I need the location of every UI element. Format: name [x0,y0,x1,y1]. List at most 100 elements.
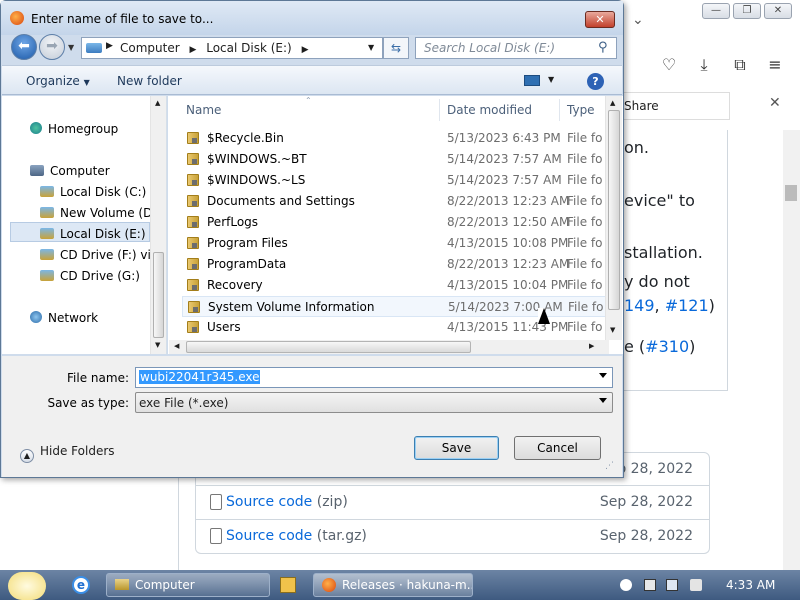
nav-scrollbar[interactable]: ▲ ▼ [150,96,166,354]
share-label: Share [624,99,659,113]
nav-drive-g[interactable]: CD Drive (G:) [40,269,140,283]
breadcrumb-arrow-icon[interactable]: ▶ [106,41,113,51]
clock[interactable]: 4:33 AM [726,578,775,592]
nav-drive-d[interactable]: New Volume (D:) [40,206,161,220]
menu-icon[interactable]: ≡ [764,54,786,76]
nav-drive-e[interactable]: Local Disk (E:) [40,227,146,241]
close-banner-icon[interactable]: ✕ [769,95,781,111]
navigation-pane: Homegroup Computer Local Disk (C:) New V… [2,96,167,354]
start-button[interactable] [8,572,46,600]
file-list-hscrollbar-thumb[interactable] [186,341,471,353]
download-icon[interactable]: ⤓ [693,54,715,76]
scroll-up-icon: ▲ [155,99,161,107]
forward-button[interactable]: ➡ [39,34,65,60]
file-row[interactable]: Documents and Settings 8/22/2013 12:23 AM… [182,191,614,212]
file-row[interactable]: Recovery4/13/2015 10:04 PMFile folder [182,275,614,296]
file-row[interactable]: $WINDOWS.~BT5/14/2023 7:57 AMFile folder [182,149,614,170]
issue-link[interactable]: 149 [624,296,655,315]
browser-close-button[interactable]: ✕ [764,3,792,19]
save-button[interactable]: Save [414,436,499,460]
breadcrumb-computer[interactable]: Computer [120,41,180,55]
firefox-icon [10,11,24,25]
nav-network[interactable]: Network [30,311,98,325]
breadcrumb-arrow-icon[interactable]: ▶ [302,45,309,55]
maximize-button[interactable]: ❐ [733,3,761,19]
search-input[interactable]: Search Local Disk (E:) ⚲ [415,37,617,59]
breadcrumb: Computer ▶ Local Disk (E:) ▶ [120,41,308,55]
page-scrollbar-thumb[interactable] [785,185,797,201]
folder-icon [187,174,199,186]
file-row[interactable]: PerfLogs8/22/2013 12:50 AMFile folder [182,212,614,233]
pocket-icon[interactable]: ♡ [658,54,680,76]
asset-link[interactable]: Source code (tar.gz) [226,528,367,544]
computer-icon [30,165,44,176]
filename-field[interactable]: wubi22041r345.exe [135,367,613,388]
cancel-button[interactable]: Cancel [514,436,601,460]
file-list-scrollbar[interactable]: ▲ ▼ [605,96,622,340]
explorer-icon [115,579,129,590]
file-row[interactable]: $Recycle.Bin5/13/2023 6:43 PMFile folder [182,128,614,149]
savetype-select[interactable]: exe File (*.exe) [135,392,613,413]
column-header-date[interactable]: Date modified [447,103,532,117]
share-button[interactable]: Share [624,92,730,120]
refresh-button[interactable]: ⇆ [383,37,409,59]
resize-grip-icon[interactable]: ⋰ [605,461,614,471]
file-row[interactable]: $WINDOWS.~LS5/14/2023 7:57 AMFile folder [182,170,614,191]
chevron-down-icon[interactable]: ⌄ [632,12,644,28]
help-icon[interactable]: ? [587,73,604,90]
breadcrumb-arrow-icon[interactable]: ▶ [189,45,196,55]
view-dropdown-icon[interactable]: ▼ [548,75,554,84]
taskbar-firefox[interactable]: Releases · hakuna-m... [313,573,473,597]
recent-pages-chevron-icon[interactable]: ▼ [68,43,74,52]
page-text-line: evice" to [624,191,695,210]
filename-label: File name: [67,371,129,385]
organize-button[interactable]: Organize ▼ [26,74,90,88]
cd-drive-icon [40,249,54,260]
media-player-icon[interactable] [280,577,296,593]
cd-drive-icon [40,270,54,281]
chevron-down-icon[interactable] [599,398,607,403]
homegroup-icon [30,122,42,134]
volume-muted-icon[interactable] [690,579,702,591]
asset-row[interactable]: Source code (tar.gz) Sep 28, 2022 [195,520,710,554]
locked-folder-icon [187,195,199,207]
taskbar-computer[interactable]: Computer [106,573,270,597]
internet-explorer-icon[interactable]: e [72,576,90,594]
back-button[interactable]: ⬅ [11,34,37,60]
file-row[interactable]: Program Files4/13/2015 10:08 PMFile fold… [182,233,614,254]
hide-folders-button[interactable]: ▲ Hide Folders [20,444,115,463]
extensions-icon[interactable]: ⧉ [729,54,751,76]
asset-row[interactable]: Source code (zip) Sep 28, 2022 [195,486,710,520]
minimize-button[interactable]: — [702,3,730,19]
address-bar[interactable]: ▶ Computer ▶ Local Disk (E:) ▶ ▼ [81,37,383,59]
page-text-line: e (#310) [624,337,696,356]
nav-homegroup[interactable]: Homegroup [30,122,118,136]
column-header-type[interactable]: Type [567,103,595,117]
nav-computer[interactable]: Computer [30,164,110,178]
file-row[interactable]: ProgramData8/22/2013 12:23 AMFile folder [182,254,614,275]
network-tray-icon[interactable] [666,579,678,591]
breadcrumb-local-disk-e[interactable]: Local Disk (E:) [206,41,292,55]
scroll-up-icon: ▲ [610,99,616,107]
nav-drive-c[interactable]: Local Disk (C:) [40,185,146,199]
nav-drive-f[interactable]: CD Drive (F:) virti [40,248,150,262]
new-folder-button[interactable]: New folder [117,74,182,88]
address-dropdown-icon[interactable]: ▼ [368,43,374,52]
issue-link[interactable]: #121 [665,296,709,315]
command-bar: Organize ▼ New folder ▼ ? [2,65,622,95]
dialog-close-button[interactable]: ✕ [585,11,615,28]
folder-icon [187,153,199,165]
smiley-icon[interactable] [620,579,632,591]
issue-link[interactable]: #310 [645,337,689,356]
view-options-icon[interactable] [524,75,540,86]
column-header-name[interactable]: Name [186,103,221,117]
drive-icon [40,228,54,239]
locked-folder-icon [187,279,199,291]
chevron-down-icon[interactable] [599,373,607,378]
locked-folder-icon [188,301,200,313]
asset-link[interactable]: Source code (zip) [226,494,348,510]
search-icon[interactable]: ⚲ [598,40,608,55]
title-bar[interactable]: Enter name of file to save to... ✕ [1,1,623,35]
flag-icon[interactable] [644,579,656,591]
sort-ascending-icon: ⌃ [305,96,312,105]
